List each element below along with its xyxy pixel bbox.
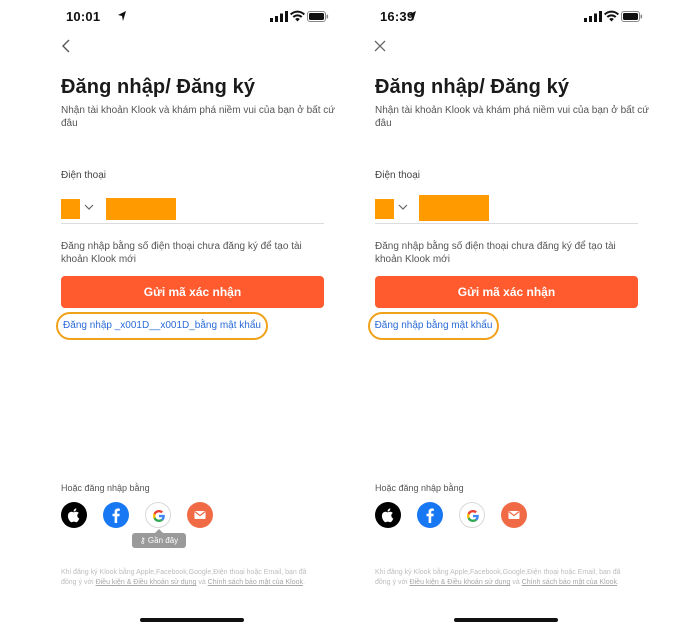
social-login-label: Hoặc đăng nhập bằng <box>61 483 150 493</box>
phone-field-label: Điện thoại <box>375 170 421 181</box>
legal-end: . <box>617 579 619 586</box>
email-login-button[interactable] <box>501 502 527 528</box>
privacy-link[interactable]: Chính sách bảo mật của Klook <box>208 579 303 586</box>
page-title: Đăng nhập/ Đăng ký <box>375 76 570 98</box>
status-bar: 10:01 <box>22 9 352 25</box>
status-time: 10:01 <box>66 9 101 24</box>
location-arrow-icon <box>118 11 126 21</box>
legal-notice: Khi đăng ký Klook bằng Apple,Facebook,Go… <box>375 568 637 588</box>
apple-login-button[interactable] <box>61 502 87 528</box>
apple-icon <box>381 508 394 523</box>
page-subtitle: Nhận tài khoản Klook và khám phá niềm vu… <box>61 105 335 129</box>
social-login-label: Hoặc đăng nhập bằng <box>375 483 464 493</box>
google-icon <box>153 510 165 522</box>
country-code-redacted[interactable] <box>375 199 394 219</box>
legal-notice: Khi đăng ký Klook bằng Apple,Facebook,Go… <box>61 568 323 588</box>
location-arrow-icon <box>408 11 416 21</box>
home-indicator[interactable] <box>140 618 244 622</box>
legal-and: và <box>196 579 208 586</box>
page-title: Đăng nhập/ Đăng ký <box>61 76 256 98</box>
send-code-button[interactable]: Gửi mã xác nhận <box>375 276 638 308</box>
legal-and: và <box>510 579 522 586</box>
email-login-button[interactable] <box>187 502 213 528</box>
apple-login-button[interactable] <box>375 502 401 528</box>
back-arrow-icon[interactable] <box>58 38 74 54</box>
battery-icon <box>621 11 643 22</box>
key-icon: ⚷ <box>139 536 148 545</box>
terms-link[interactable]: Điều kiện & Điều khoản sử dụng <box>96 579 197 586</box>
send-code-button[interactable]: Gửi mã xác nhận <box>61 276 324 308</box>
mail-icon <box>508 511 520 519</box>
facebook-login-button[interactable] <box>417 502 443 528</box>
battery-icon <box>307 11 329 22</box>
google-login-button[interactable] <box>145 502 171 528</box>
page-subtitle: Nhận tài khoản Klook và khám phá niềm vu… <box>375 105 649 129</box>
cellular-signal-icon <box>270 11 288 22</box>
screen-before: 10:01 Đăng nhập/ Đăng ký Nhận tài khoản … <box>22 0 352 630</box>
close-icon[interactable] <box>372 38 388 54</box>
phone-input-underline <box>375 223 638 224</box>
facebook-login-button[interactable] <box>103 502 129 528</box>
legal-end: . <box>303 579 305 586</box>
password-login-link[interactable]: Đăng nhập bằng mật khẩu <box>368 312 499 340</box>
signup-hint: Đăng nhập bằng số điện thoại chưa đăng k… <box>61 241 302 265</box>
google-icon <box>467 510 479 522</box>
cellular-signal-icon <box>584 11 602 22</box>
recent-login-tooltip: ⚷ Gần đây <box>132 529 186 548</box>
phone-input-redacted[interactable] <box>419 195 489 221</box>
screen-after: 16:39 Đăng nhập/ Đăng ký Nhận tài khoản … <box>336 0 666 630</box>
mail-icon <box>194 511 206 519</box>
facebook-icon <box>426 508 434 523</box>
phone-input-redacted[interactable] <box>106 198 176 220</box>
chevron-down-icon[interactable] <box>397 202 409 212</box>
country-code-redacted[interactable] <box>61 199 80 219</box>
terms-link[interactable]: Điều kiện & Điều khoản sử dụng <box>410 579 511 586</box>
privacy-link[interactable]: Chính sách bảo mật của Klook <box>522 579 617 586</box>
wifi-icon <box>290 10 305 22</box>
recent-label: Gần đây <box>147 536 179 545</box>
chevron-down-icon[interactable] <box>83 202 95 212</box>
wifi-icon <box>604 10 619 22</box>
phone-field-label: Điện thoại <box>61 170 107 181</box>
signup-hint: Đăng nhập bằng số điện thoại chưa đăng k… <box>375 241 616 265</box>
phone-input-underline <box>61 223 324 224</box>
facebook-icon <box>112 508 120 523</box>
password-login-link[interactable]: Đăng nhập _x001D__x001D_bằng mật khẩu <box>56 312 268 340</box>
apple-icon <box>67 508 80 523</box>
status-bar: 16:39 <box>336 9 666 25</box>
home-indicator[interactable] <box>454 618 558 622</box>
google-login-button[interactable] <box>459 502 485 528</box>
